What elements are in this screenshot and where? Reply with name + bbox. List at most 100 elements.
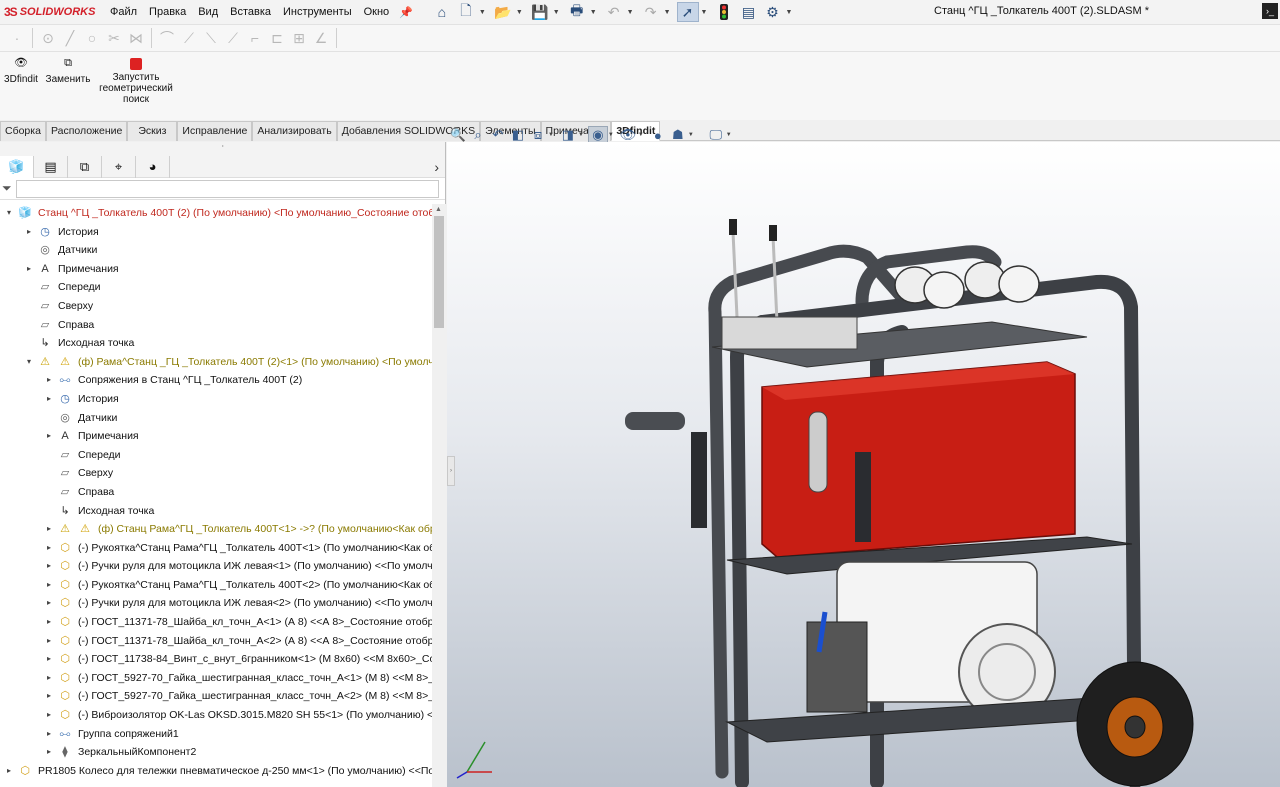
circle-center-icon[interactable]: ⊙	[37, 30, 59, 47]
replace-button[interactable]: ⧉ Заменить	[44, 58, 92, 86]
property-manager-tab-icon[interactable]: ▤	[34, 155, 68, 178]
expand-arrow-icon[interactable]: ▸	[44, 650, 54, 669]
geometric-search-button[interactable]: Запустить геометрический поиск	[96, 58, 176, 105]
filter-icon[interactable]: ⏷	[2, 181, 12, 196]
corner-icon[interactable]: ⌐	[244, 30, 266, 46]
expand-arrow-icon[interactable]: ▸	[24, 223, 34, 242]
filter-input[interactable]	[15, 179, 439, 198]
tree-row[interactable]: ▸ ⬡ (-) ГОСТ_11371-78_Шайба_кл_точн_А<1> (…	[0, 613, 432, 632]
tree-row[interactable]: ▱ Сверху	[0, 297, 432, 316]
print-dropdown-icon[interactable]: ▼	[590, 9, 597, 16]
appearance-icon[interactable]: ●	[648, 128, 668, 143]
select-cursor-icon[interactable]: ➚	[676, 2, 699, 22]
expand-arrow-icon[interactable]: ▸	[44, 706, 54, 725]
scene-icon[interactable]: ☗	[668, 127, 688, 143]
solidworks-logo[interactable]: 3S SOLIDWORKS	[0, 5, 104, 19]
menu-file[interactable]: Файл	[104, 0, 143, 24]
trim-icon[interactable]: ✂	[103, 30, 125, 47]
undo-icon[interactable]: ↶	[603, 2, 625, 22]
expand-arrow-icon[interactable]: ▸	[44, 427, 54, 446]
fillet-icon[interactable]: ⌒	[156, 28, 178, 48]
open-dropdown-icon[interactable]: ▼	[516, 9, 523, 16]
tree-row[interactable]: ◎ Датчики	[0, 409, 432, 428]
tab-analyze[interactable]: Анализировать	[252, 121, 337, 141]
tree-row[interactable]: ▾ ⚠ ⚠ (ф) Рама^Станц _ГЦ _Толкатель 400Т (2…	[0, 353, 432, 372]
panel-grip[interactable]: ᐧ	[0, 142, 445, 156]
print-icon[interactable]: 🖶	[566, 2, 588, 22]
slot-icon[interactable]: ⟍	[200, 30, 222, 47]
dropdown-icon[interactable]: ▼	[688, 132, 694, 138]
tree-row[interactable]: ▸ ⧟ Сопряжения в Станц ^ГЦ _Толкатель 400Т…	[0, 371, 432, 390]
pattern-icon[interactable]: ⟋	[222, 30, 244, 47]
dropdown-icon[interactable]: ▼	[578, 132, 584, 138]
options-gear-icon[interactable]: ⚙	[761, 2, 783, 22]
press-assembly-model[interactable]	[447, 142, 1280, 787]
tab-sketch[interactable]: Эскиз	[127, 121, 178, 141]
zoom-to-fit-icon[interactable]: 🔍	[448, 127, 468, 143]
save-dropdown-icon[interactable]: ▼	[553, 9, 560, 16]
panel-collapse-handle[interactable]: ›	[447, 456, 455, 486]
chevron-right-icon[interactable]: ›	[434, 159, 439, 175]
tree-row[interactable]: ▸ ⧟ Группа сопряжений1	[0, 725, 432, 744]
tab-repair[interactable]: Исправление	[177, 121, 253, 141]
tree-row[interactable]: ▸ ⬡ (-) ГОСТ_5927-70_Гайка_шестигранная_кл…	[0, 669, 432, 688]
section-view-icon[interactable]: ◧	[508, 127, 528, 143]
file-properties-icon[interactable]: ▤	[737, 2, 759, 22]
menu-view[interactable]: Вид	[192, 0, 224, 24]
offset-icon[interactable]: ⋈	[125, 30, 147, 47]
select-dropdown-icon[interactable]: ▼	[701, 9, 708, 16]
tree-row[interactable]: ▸ ⬡ (-) Рукоятка^Станц Рама^ГЦ _Толкатель …	[0, 539, 432, 558]
options-dropdown-icon[interactable]: ▼	[785, 9, 792, 16]
tree-row[interactable]: ▱ Справа	[0, 483, 432, 502]
traffic-light-icon[interactable]	[713, 2, 735, 22]
expand-arrow-icon[interactable]: ▸	[24, 260, 34, 279]
expand-arrow-icon[interactable]: ▸	[44, 687, 54, 706]
configuration-tab-icon[interactable]: ⧉	[68, 155, 102, 178]
pin-icon[interactable]: 📌	[399, 6, 413, 19]
tree-row[interactable]: ▱ Сверху	[0, 464, 432, 483]
save-icon[interactable]: 💾	[529, 2, 551, 22]
dropdown-icon[interactable]: ▼	[548, 132, 554, 138]
tree-row[interactable]: ▸ ⬡ (-) Ручки руля для мотоцикла ИЖ левая<…	[0, 557, 432, 576]
hide-show-icon[interactable]: 👁	[618, 127, 638, 143]
expand-arrow-icon[interactable]: ▸	[44, 743, 54, 762]
home-icon[interactable]: ⌂	[431, 2, 453, 22]
tree-row[interactable]: ◎ Датчики	[0, 241, 432, 260]
tree-row[interactable]: ▸ A Примечания	[0, 427, 432, 446]
chamfer-icon[interactable]: ⟋	[178, 30, 200, 47]
expand-arrow-icon[interactable]: ▸	[44, 594, 54, 613]
tree-row[interactable]: ▸ ⬡ (-) ГОСТ_5927-70_Гайка_шестигранная_кл…	[0, 687, 432, 706]
zoom-area-icon[interactable]: ⌕	[468, 127, 488, 143]
previous-view-icon[interactable]: ↶	[488, 127, 508, 143]
scroll-thumb[interactable]	[434, 216, 444, 328]
new-dropdown-icon[interactable]: ▼	[479, 9, 486, 16]
tree-row[interactable]: ▸ ⬡ (-) Рукоятка^Станц Рама^ГЦ _Толкатель …	[0, 576, 432, 595]
point-icon[interactable]: ·	[6, 30, 28, 46]
tree-row[interactable]: ▸ ⬡ (-) Ручки руля для мотоцикла ИЖ левая<…	[0, 594, 432, 613]
expand-arrow-icon[interactable]: ▸	[44, 669, 54, 688]
expand-arrow-icon[interactable]: ▸	[44, 632, 54, 651]
grid-icon[interactable]: ⊞	[288, 30, 310, 47]
view-settings-icon[interactable]: 🖵	[706, 127, 726, 143]
dynamic-annotation-icon[interactable]: ⧈	[528, 127, 548, 143]
3dfindit-button[interactable]: 👁 3Dfindit	[2, 58, 40, 86]
line-icon[interactable]: ╱	[59, 30, 81, 47]
angle-icon[interactable]: ∠	[310, 30, 332, 47]
command-search-icon[interactable]: ›_	[1262, 3, 1278, 19]
tree-row[interactable]: ↳ Исходная точка	[0, 502, 432, 521]
graphics-area[interactable]	[447, 142, 1280, 787]
menu-edit[interactable]: Правка	[143, 0, 192, 24]
expand-arrow-icon[interactable]: ▸	[44, 725, 54, 744]
tree-row[interactable]: ▸ ⧫ ЗеркальныйКомпонент2	[0, 743, 432, 762]
menu-insert[interactable]: Вставка	[224, 0, 277, 24]
redo-icon[interactable]: ↷	[640, 2, 662, 22]
undo-dropdown-icon[interactable]: ▼	[627, 9, 634, 16]
tree-scrollbar[interactable]: ▲	[432, 204, 446, 787]
open-folder-icon[interactable]: 📂	[492, 2, 514, 22]
collapse-arrow-icon[interactable]: ▾	[24, 353, 34, 372]
dimxpert-tab-icon[interactable]: ⌖	[102, 155, 136, 178]
dropdown-icon[interactable]: ▼	[638, 132, 644, 138]
tree-row[interactable]: ▸ ⬡ PR1805 Колесо для тележки пневматическ…	[0, 762, 432, 781]
tree-row[interactable]: ↳ Исходная точка	[0, 334, 432, 353]
circle-icon[interactable]: ○	[81, 30, 103, 46]
